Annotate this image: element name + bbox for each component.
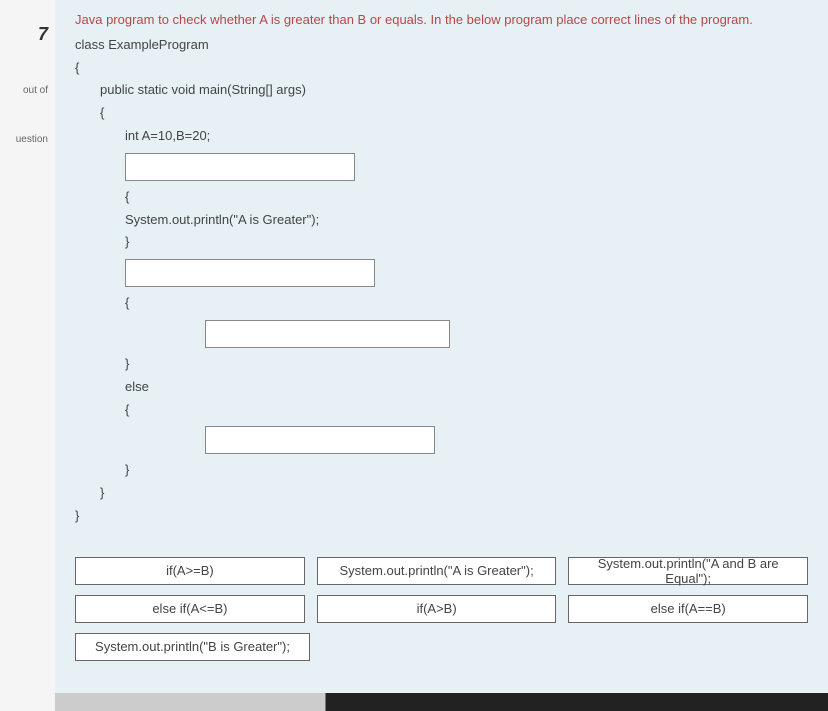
option-println-a-greater[interactable]: System.out.println("A is Greater");	[317, 557, 557, 585]
question-number: 7	[5, 10, 50, 58]
option-println-equal[interactable]: System.out.println("A and B are Equal");	[568, 557, 808, 585]
sidebar: 7 out of uestion	[0, 0, 55, 711]
code-line: public static void main(String[] args)	[75, 80, 808, 101]
options-row: else if(A<=B) if(A>B) else if(A==B)	[75, 595, 808, 623]
code-line: else	[75, 377, 808, 398]
code-line: }	[75, 232, 808, 253]
option-println-b-greater[interactable]: System.out.println("B is Greater");	[75, 633, 310, 661]
code-line: }	[75, 460, 808, 481]
code-line: class ExampleProgram	[75, 35, 808, 56]
code-line: }	[75, 483, 808, 504]
drop-zone-3[interactable]	[205, 320, 450, 348]
option-if-gte[interactable]: if(A>=B)	[75, 557, 305, 585]
options-area: if(A>=B) System.out.println("A is Greate…	[75, 552, 808, 676]
code-line: }	[75, 506, 808, 527]
option-elseif-lte[interactable]: else if(A<=B)	[75, 595, 305, 623]
code-line: {	[75, 400, 808, 421]
question-area: Java program to check whether A is great…	[55, 0, 828, 711]
question-prompt: Java program to check whether A is great…	[75, 10, 808, 31]
bottom-bar	[55, 693, 828, 711]
sidebar-blank	[5, 58, 50, 74]
sidebar-flag[interactable]: uestion	[5, 123, 50, 157]
sidebar-out-of: out of	[5, 74, 50, 108]
options-row: if(A>=B) System.out.println("A is Greate…	[75, 557, 808, 585]
code-line: {	[75, 187, 808, 208]
drop-zone-1[interactable]	[125, 153, 355, 181]
drop-zone-2[interactable]	[125, 259, 375, 287]
option-elseif-eq[interactable]: else if(A==B)	[568, 595, 808, 623]
code-line: {	[75, 293, 808, 314]
code-line: {	[75, 103, 808, 124]
code-line: int A=10,B=20;	[75, 126, 808, 147]
code-line: {	[75, 58, 808, 79]
drop-zone-4[interactable]	[205, 426, 435, 454]
options-row: System.out.println("B is Greater");	[75, 633, 808, 661]
code-line: System.out.println("A is Greater");	[75, 210, 808, 231]
code-line: }	[75, 354, 808, 375]
option-if-gt[interactable]: if(A>B)	[317, 595, 557, 623]
